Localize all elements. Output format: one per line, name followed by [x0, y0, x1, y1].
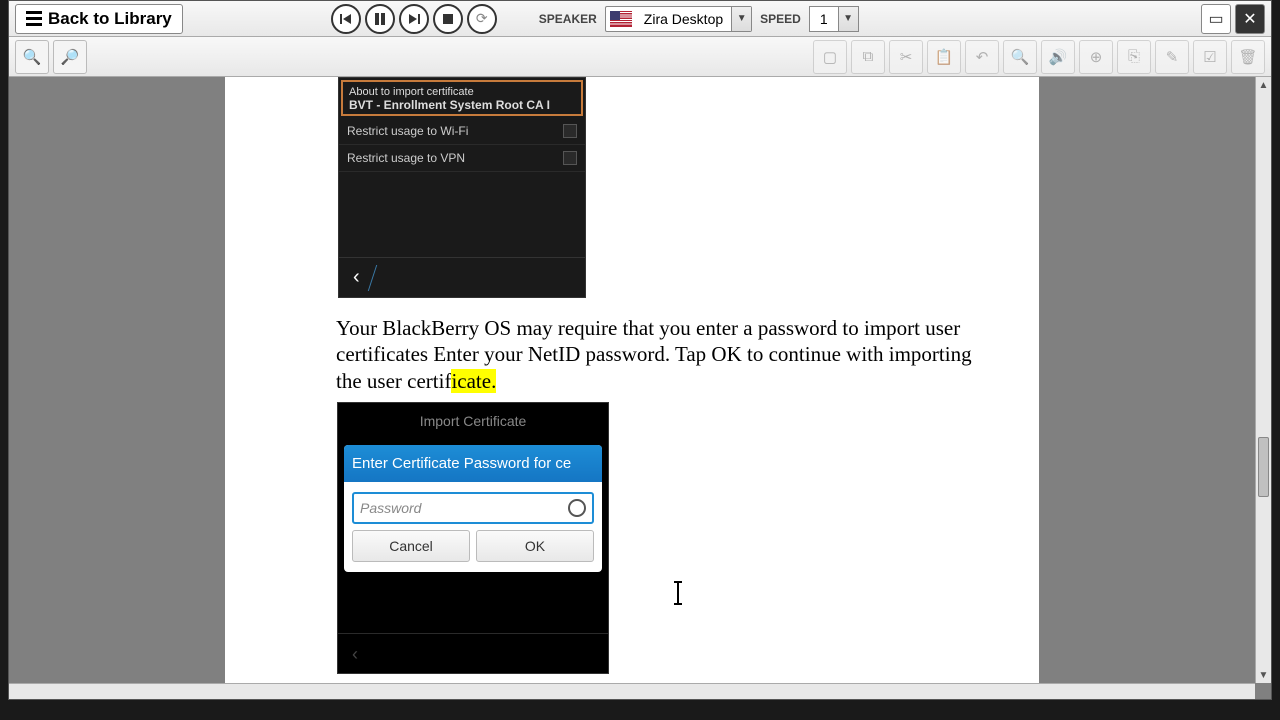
chevron-left-icon: ‹ [353, 266, 360, 289]
speaker-label: SPEAKER [539, 12, 597, 26]
check-icon[interactable]: ☑ [1193, 40, 1227, 74]
prev-track-button[interactable] [331, 4, 361, 34]
cert-header-line1: About to import certificate [349, 86, 575, 98]
loop-button[interactable]: ⟳ [467, 4, 497, 34]
stop-button[interactable] [433, 4, 463, 34]
horizontal-scrollbar[interactable] [9, 683, 1255, 699]
pause-button[interactable] [365, 4, 395, 34]
password-placeholder: Password [360, 500, 421, 516]
back-label: Back to Library [48, 9, 172, 29]
library-button[interactable]: ▭ [1201, 4, 1231, 34]
highlighted-text: icate. [451, 369, 496, 393]
ok-button: OK [476, 530, 594, 562]
zoom-search-button[interactable]: 🔍 [15, 40, 49, 74]
volume-icon[interactable]: 🔊 [1041, 40, 1075, 74]
cancel-button: Cancel [352, 530, 470, 562]
speed-select[interactable]: 1 ▼ [809, 6, 859, 32]
document-page: About to import certificate BVT - Enroll… [225, 77, 1039, 683]
bookmark-icon[interactable]: ⎘ [1117, 40, 1151, 74]
speaker-value: Zira Desktop [636, 11, 731, 27]
cert-header: About to import certificate BVT - Enroll… [341, 80, 583, 116]
tools-button[interactable]: ✕ [1235, 4, 1265, 34]
restrict-vpn-label: Restrict usage to VPN [347, 151, 465, 165]
us-flag-icon [610, 11, 632, 27]
eye-icon [568, 499, 586, 517]
checkbox-icon [563, 151, 577, 165]
scroll-up-icon[interactable]: ▲ [1256, 77, 1271, 93]
text-cursor-icon [677, 583, 679, 603]
screenshot-password-dialog: Import Certificate Enter Certificate Pas… [337, 402, 609, 674]
chevron-down-icon: ▼ [838, 7, 858, 31]
paragraph-text: Your BlackBerry OS may require that you … [336, 316, 972, 393]
edit-icon[interactable]: ✎ [1155, 40, 1189, 74]
checkbox-icon [563, 124, 577, 138]
undo-icon[interactable]: ↶ [965, 40, 999, 74]
cut-icon[interactable]: ✂ [889, 40, 923, 74]
speed-value: 1 [810, 11, 838, 27]
shot2-footer: ‹ [338, 633, 608, 673]
speaker-select[interactable]: Zira Desktop ▼ [605, 6, 752, 32]
restrict-wifi-row: Restrict usage to Wi-Fi [339, 118, 585, 145]
trash-icon[interactable]: 🗑 [1231, 40, 1265, 74]
shot2-title: Import Certificate [338, 403, 608, 439]
chevron-left-icon: ‹ [352, 644, 608, 665]
menu-icon [26, 11, 42, 26]
edit-toolbar: 🔍 🔎 ▢ ⧉ ✂ 📋 ↶ 🔍 🔊 ⊕ ⎘ ✎ ☑ 🗑 [9, 37, 1271, 77]
find-icon[interactable]: 🔍 [1003, 40, 1037, 74]
vertical-scrollbar[interactable]: ▲ ▼ [1255, 77, 1271, 683]
add-icon[interactable]: ⊕ [1079, 40, 1113, 74]
document-viewport[interactable]: About to import certificate BVT - Enroll… [9, 77, 1255, 683]
dialog-header: Enter Certificate Password for ce [344, 445, 602, 482]
copy-icon[interactable]: ⧉ [851, 40, 885, 74]
screenshot-import-cert: About to import certificate BVT - Enroll… [338, 77, 586, 298]
scroll-down-icon[interactable]: ▼ [1256, 667, 1271, 683]
next-track-button[interactable] [399, 4, 429, 34]
restrict-vpn-row: Restrict usage to VPN [339, 145, 585, 172]
save-icon[interactable]: ▢ [813, 40, 847, 74]
scrollbar-thumb[interactable] [1258, 437, 1269, 497]
paste-icon[interactable]: 📋 [927, 40, 961, 74]
app-frame: Back to Library ⟳ SPEAKER Zira Desktop ▼… [8, 0, 1272, 700]
divider-icon [367, 265, 376, 291]
instruction-paragraph: Your BlackBerry OS may require that you … [336, 315, 976, 394]
back-to-library-button[interactable]: Back to Library [15, 4, 183, 34]
search-button[interactable]: 🔎 [53, 40, 87, 74]
chevron-down-icon: ▼ [731, 7, 751, 31]
shot1-footer: ‹ [339, 257, 585, 297]
restrict-wifi-label: Restrict usage to Wi-Fi [347, 124, 468, 138]
password-dialog: Enter Certificate Password for ce Passwo… [344, 445, 602, 572]
password-input: Password [352, 492, 594, 524]
top-toolbar: Back to Library ⟳ SPEAKER Zira Desktop ▼… [9, 1, 1271, 37]
speed-label: SPEED [760, 12, 801, 26]
cert-header-line2: BVT - Enrollment System Root CA I [349, 98, 575, 112]
